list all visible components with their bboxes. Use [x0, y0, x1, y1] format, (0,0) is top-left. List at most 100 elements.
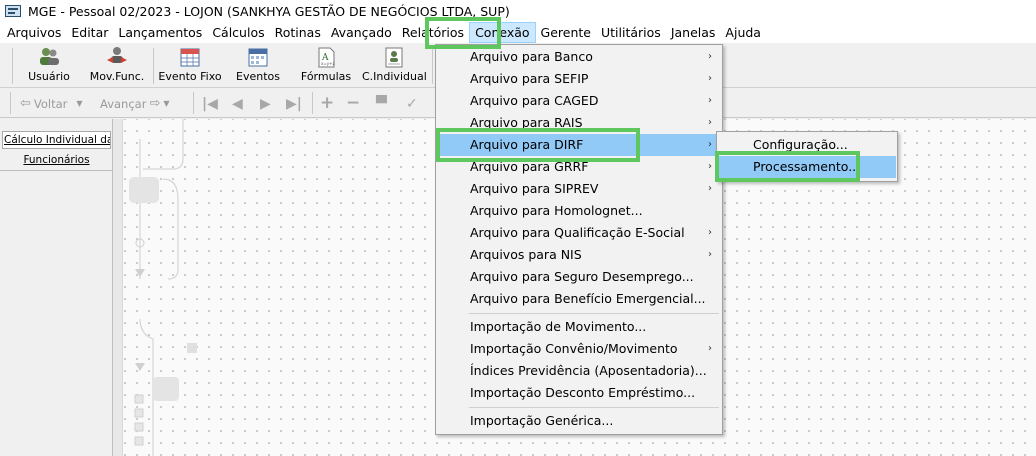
menu-relatorios[interactable]: Relatórios [397, 22, 469, 43]
menu-item-configuracao[interactable]: Configuração... [718, 134, 896, 156]
voltar-button[interactable]: ⇦ Voltar ▼ [20, 96, 83, 111]
menu-rotinas[interactable]: Rotinas [270, 22, 326, 43]
chevron-right-icon: › [708, 343, 712, 354]
c-individual-button[interactable]: C.Individual [362, 46, 427, 86]
mov-func-label: Mov.Func. [89, 70, 145, 83]
first-record-icon[interactable]: |◀ [202, 96, 218, 112]
chevron-down-icon: ▼ [76, 99, 83, 108]
menu-item-arquivo-siprev[interactable]: Arquivo para SIPREV › [437, 178, 721, 200]
menu-item-label: Importação Desconto Empréstimo... [470, 385, 696, 400]
menu-separator [469, 313, 719, 314]
chevron-right-icon: › [708, 161, 712, 172]
menu-item-processamento[interactable]: Processamento... [718, 156, 896, 178]
menu-item-label: Arquivo para RAIS [470, 115, 583, 130]
menu-arquivos[interactable]: Arquivos [2, 22, 66, 43]
last-record-icon[interactable]: ▶| [286, 96, 302, 112]
menu-item-indices-previdencia[interactable]: Índices Previdência (Aposentadoria)... [437, 360, 721, 382]
menu-item-arquivo-rais[interactable]: Arquivo para RAIS › [437, 112, 721, 134]
menu-item-label: Arquivo para Banco [470, 49, 593, 64]
usuario-button[interactable]: Usuário [20, 46, 78, 86]
menu-item-label: Arquivo para Qualificação E-Social [470, 225, 685, 240]
calendar-grid-icon [246, 46, 270, 68]
menu-janelas[interactable]: Janelas [666, 22, 721, 43]
menu-item-arquivo-sefip[interactable]: Arquivo para SEFIP › [437, 68, 721, 90]
menu-item-importacao-movimento[interactable]: Importação de Movimento... [437, 316, 721, 338]
mov-func-button[interactable]: Mov.Func. [88, 46, 146, 86]
menu-calculos[interactable]: Cálculos [207, 22, 269, 43]
next-record-icon[interactable]: ▶ [260, 96, 271, 112]
previous-record-icon[interactable]: ◀ [232, 96, 243, 112]
menu-item-importacao-generica[interactable]: Importação Genérica... [437, 410, 721, 432]
arrow-right-icon: ⇨ [149, 96, 161, 111]
menu-item-arquivos-nis[interactable]: Arquivos para NIS › [437, 244, 721, 266]
menu-item-label: Arquivo para Homolognet... [470, 203, 643, 218]
menu-item-label: Importação Convênio/Movimento [470, 341, 678, 356]
menu-item-seguro-desemprego[interactable]: Arquivo para Seguro Desemprego... [437, 266, 721, 288]
transfer-icon [105, 46, 129, 68]
avancar-button[interactable]: Avançar ⇨ ▼ [100, 96, 170, 111]
evento-fixo-label: Evento Fixo [158, 70, 222, 83]
delete-icon[interactable]: ▀ [376, 96, 387, 112]
menu-gerente[interactable]: Gerente [536, 22, 596, 43]
menu-conexao[interactable]: Conexão [469, 22, 536, 43]
toolbar-separator [153, 48, 154, 84]
menu-item-label: Arquivo para Seguro Desemprego... [470, 269, 694, 284]
menu-utilitarios[interactable]: Utilitários [596, 22, 666, 43]
conexao-menu: Arquivo para Banco › Arquivo para SEFIP › … [435, 44, 723, 435]
menu-item-beneficio-emergencial[interactable]: Arquivo para Benefício Emergencial... [437, 288, 721, 310]
usuario-label: Usuário [28, 70, 70, 83]
confirm-icon[interactable]: ✓ [406, 96, 418, 112]
menu-item-arquivo-banco[interactable]: Arquivo para Banco › [437, 46, 721, 68]
eventos-label: Eventos [236, 70, 280, 83]
users-icon [37, 46, 61, 68]
toolbar-separator [312, 92, 313, 114]
chevron-right-icon: › [708, 227, 712, 238]
add-icon[interactable]: + [320, 93, 334, 113]
tab-calculo-individual[interactable]: Cálculo Individual da ... [2, 131, 111, 149]
menu-item-label: Índices Previdência (Aposentadoria)... [470, 363, 707, 378]
menu-item-arquivo-dirf[interactable]: Arquivo para DIRF › [437, 134, 721, 156]
chevron-right-icon: › [708, 139, 712, 150]
chevron-right-icon: › [708, 73, 712, 84]
evento-fixo-button[interactable]: Evento Fixo [158, 46, 222, 86]
formula-icon: Ax=y+z [314, 46, 338, 68]
menu-separator [469, 407, 719, 408]
menu-item-arquivo-homolognet[interactable]: Arquivo para Homolognet... [437, 200, 721, 222]
toolbar-separator [193, 92, 194, 114]
menu-item-arquivo-grrf[interactable]: Arquivo para GRRF › [437, 156, 721, 178]
toolbar-separator [12, 48, 13, 84]
menu-item-qualificacao-esocial[interactable]: Arquivo para Qualificação E-Social › [437, 222, 721, 244]
menu-avancado[interactable]: Avançado [326, 22, 397, 43]
menu-bar: Arquivos Editar Lançamentos Cálculos Rot… [0, 22, 1036, 43]
menu-item-arquivo-caged[interactable]: Arquivo para CAGED › [437, 90, 721, 112]
menu-lancamentos[interactable]: Lançamentos [113, 22, 207, 43]
chevron-right-icon: › [708, 51, 712, 62]
chevron-right-icon: › [708, 95, 712, 106]
menu-ajuda[interactable]: Ajuda [720, 22, 766, 43]
eventos-button[interactable]: Eventos [228, 46, 288, 86]
menu-item-label: Arquivo para CAGED [470, 93, 599, 108]
window-title: MGE - Pessoal 02/2023 - LOJON (SANKHYA G… [28, 3, 510, 19]
toolbar-separator [10, 92, 11, 114]
formulas-button[interactable]: Ax=y+z Fórmulas [298, 46, 354, 86]
chevron-down-icon: ▼ [163, 99, 170, 108]
canvas-ruler [113, 119, 123, 456]
arrow-left-icon: ⇦ [20, 96, 31, 111]
tab-funcionarios[interactable]: Funcionários [2, 151, 111, 169]
calendar-icon [178, 46, 202, 68]
left-panel: Cálculo Individual da ... Funcionários [0, 119, 113, 456]
remove-icon[interactable]: − [346, 93, 360, 113]
toolbar-separator [432, 48, 433, 84]
avancar-label: Avançar [100, 96, 147, 111]
menu-item-importacao-convenio[interactable]: Importação Convênio/Movimento › [437, 338, 721, 360]
menu-item-importacao-desconto[interactable]: Importação Desconto Empréstimo... [437, 382, 721, 404]
menu-item-label: Arquivo para SIPREV [470, 181, 599, 196]
svg-text:x=y+z: x=y+z [321, 61, 335, 66]
menu-editar[interactable]: Editar [66, 22, 113, 43]
divider [0, 170, 113, 171]
menu-item-label: Arquivo para GRRF [470, 159, 589, 174]
formulas-label: Fórmulas [300, 70, 352, 83]
menu-item-label: Arquivos para NIS [470, 247, 582, 262]
menu-item-label: Processamento... [753, 159, 861, 174]
title-bar: MGE - Pessoal 02/2023 - LOJON (SANKHYA G… [0, 0, 1036, 22]
